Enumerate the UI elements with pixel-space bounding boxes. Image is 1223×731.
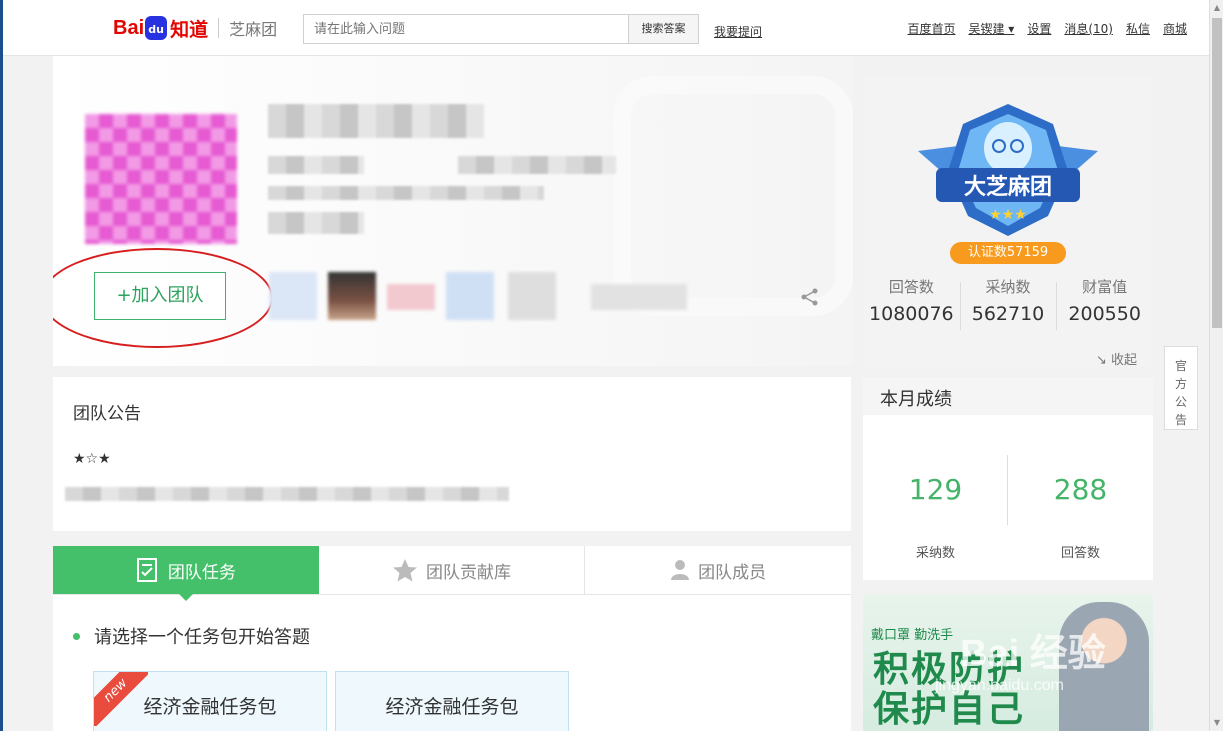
member-avatar[interactable]: [591, 284, 687, 310]
nav-baidu-home[interactable]: 百度首页: [907, 20, 955, 37]
ad-small-text: 戴口罩 勤洗手: [871, 628, 954, 643]
team-info-blurred: [268, 212, 364, 234]
search-box: 搜索答案: [303, 14, 699, 44]
nav-settings[interactable]: 设置: [1027, 20, 1051, 37]
bullet-dot-icon: [73, 632, 80, 640]
announcement-stars: ★☆★: [73, 451, 111, 467]
logo-du-text: du: [148, 23, 164, 36]
monthly-adopted: 129 采纳数: [863, 415, 1008, 580]
tab-team-contributions[interactable]: 团队贡献库: [319, 546, 586, 594]
new-tag: new: [94, 672, 148, 726]
scroll-down-arrow-icon[interactable]: ▼: [1210, 715, 1223, 731]
team-name-blurred: [268, 104, 484, 138]
stat-answers: 回答数 1080076: [863, 276, 960, 325]
team-tasks-panel: 团队任务 团队贡献库 团队成员 请选择一个任务包开始答题 new 经济金融任务包…: [53, 546, 851, 731]
top-bar: Bai du 知道 芝麻团 搜索答案 我要提问 百度首页 吴锲建 ▾ 设置 消息…: [3, 0, 1209, 56]
nav-messages[interactable]: 消息(10): [1064, 20, 1113, 37]
task-prompt-text: 请选择一个任务包开始答题: [94, 627, 310, 648]
collapse-button[interactable]: ↘ 收起: [1096, 349, 1137, 368]
new-ribbon: new: [94, 672, 148, 726]
task-package-title: 经济金融任务包: [143, 696, 277, 718]
top-nav: 百度首页 吴锲建 ▾ 设置 消息(10) 私信 商城: [907, 20, 1187, 37]
tab-team-tasks[interactable]: 团队任务: [53, 546, 319, 601]
monthly-title: 本月成绩: [863, 377, 1153, 415]
stat-adopted: 采纳数 562710: [959, 276, 1057, 330]
search-input[interactable]: [304, 15, 628, 43]
monthly-adopted-label: 采纳数: [915, 546, 955, 561]
search-button[interactable]: 搜索答案: [628, 15, 698, 43]
badge-title: 大芝麻团: [964, 174, 1052, 200]
monthly-answers-label: 回答数: [1060, 546, 1100, 561]
team-badge-panel: 大芝麻团 ★★★ 认证数57159 回答数 1080076 采纳数 562710…: [863, 76, 1153, 366]
tab-team-members[interactable]: 团队成员: [585, 546, 851, 594]
tab-label: 团队成员: [698, 562, 767, 583]
puzzle-background-decoration: [613, 76, 853, 316]
stat-label: 回答数: [888, 278, 934, 296]
task-prompt: 请选择一个任务包开始答题: [73, 623, 310, 649]
highlight-annotation-circle: [53, 248, 273, 348]
task-package-title: 经济金融任务包: [385, 696, 519, 718]
ad-slogan-line: 保护自己: [873, 689, 1026, 730]
team-avatar: [85, 114, 237, 244]
watermark-url: jingyan.baidu.com: [935, 677, 1064, 694]
baidu-jingyan-watermark: Bai 经验: [960, 633, 1106, 675]
tab-label: 团队任务: [167, 562, 236, 583]
task-package-card[interactable]: new 经济金融任务包: [93, 671, 327, 731]
monthly-answers-value: 288: [1053, 473, 1108, 506]
svg-text:★★★: ★★★: [989, 207, 1027, 223]
stat-label: 采纳数: [985, 278, 1031, 296]
big-sesame-team-badge-icon: 大芝麻团 ★★★: [918, 104, 1098, 236]
monthly-adopted-value: 129: [908, 473, 963, 506]
logo-divider: [218, 18, 220, 38]
stat-value: 1080076: [869, 303, 954, 325]
nav-user-menu[interactable]: 吴锲建 ▾: [968, 20, 1014, 37]
member-avatar[interactable]: [269, 272, 317, 320]
ask-question-link[interactable]: 我要提问: [714, 23, 762, 40]
scroll-up-arrow-icon[interactable]: ▲: [1210, 0, 1223, 16]
team-info-blurred: [268, 186, 544, 200]
member-avatar[interactable]: [328, 272, 376, 320]
logo-bai-text: Bai: [113, 16, 145, 39]
share-icon[interactable]: [799, 286, 821, 308]
person-icon: [671, 560, 690, 580]
monthly-performance: 本月成绩 129 采纳数 288 回答数: [863, 377, 1153, 580]
stat-wealth: 财富值 200550: [1056, 276, 1153, 330]
announcement-text-blurred: [65, 487, 509, 501]
official-notice-label: 官方公告: [1174, 359, 1187, 427]
stat-value: 200550: [1068, 303, 1141, 325]
baidu-zhidao-logo[interactable]: Bai du 知道 芝麻团: [113, 14, 277, 42]
team-announcement: 团队公告 ★☆★: [53, 377, 851, 531]
team-hero: +加入团队: [53, 56, 853, 366]
member-avatar[interactable]: [446, 272, 494, 320]
nav-mall[interactable]: 商城: [1163, 20, 1187, 37]
stat-value: 562710: [971, 303, 1045, 325]
announcement-title: 团队公告: [73, 404, 141, 424]
team-info-blurred: [268, 156, 364, 174]
monthly-answers: 288 回答数: [1008, 415, 1153, 580]
team-tabs: 团队任务 团队贡献库 团队成员: [53, 546, 851, 601]
page-scrollbar[interactable]: ▲ ▼: [1209, 0, 1223, 731]
logo-zhidao-text: 知道: [170, 18, 209, 41]
team-stats: 回答数 1080076 采纳数 562710 财富值 200550: [863, 276, 1153, 330]
tab-label: 团队贡献库: [426, 562, 511, 583]
task-package-card[interactable]: 经济金融任务包: [335, 671, 569, 731]
paw-icon: du: [145, 16, 168, 40]
team-section-label[interactable]: 芝麻团: [229, 16, 277, 40]
member-avatar[interactable]: [387, 284, 435, 310]
team-info-blurred: [458, 156, 616, 174]
scrollbar-thumb[interactable]: [1212, 18, 1222, 328]
stat-label: 财富值: [1082, 278, 1128, 296]
cert-count-badge: 认证数57159: [950, 242, 1066, 264]
member-avatar[interactable]: [508, 272, 556, 320]
official-notice-tab[interactable]: 官方公告: [1164, 346, 1198, 430]
task-icon: [136, 558, 157, 582]
star-icon: [393, 559, 417, 582]
nav-private-messages[interactable]: 私信: [1126, 20, 1150, 37]
window-left-edge: [0, 0, 3, 731]
